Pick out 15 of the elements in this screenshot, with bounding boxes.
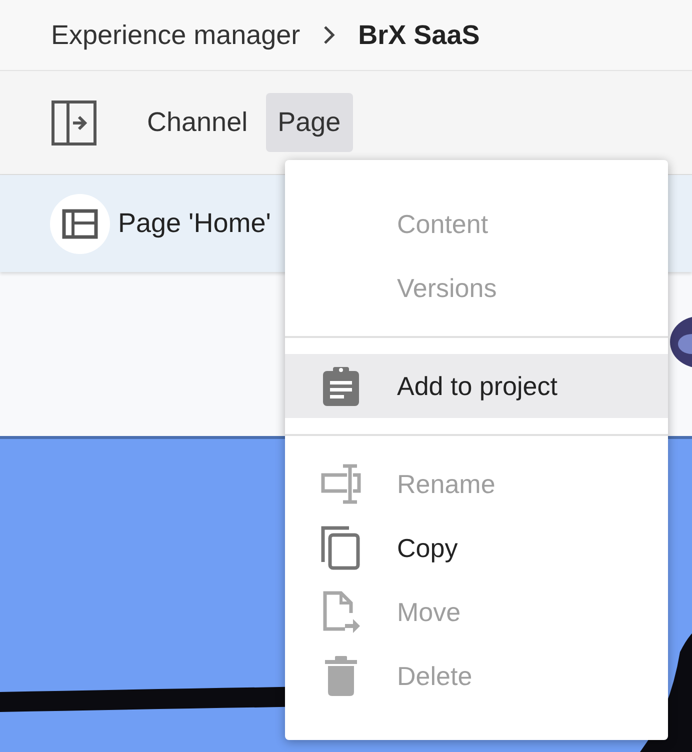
toolbar-tab[interactable]: Channel bbox=[135, 93, 260, 152]
breadcrumb-item[interactable]: Experience manager bbox=[51, 20, 300, 50]
page-title: Page 'Home' bbox=[118, 208, 271, 239]
logo-icon bbox=[670, 316, 692, 368]
breadcrumb-item: BrX SaaS bbox=[358, 20, 480, 50]
menu-item[interactable]: Copy bbox=[285, 516, 668, 580]
menu-item[interactable]: Add to project bbox=[285, 354, 668, 418]
trash-icon bbox=[325, 656, 357, 696]
chevron-icon bbox=[322, 24, 336, 46]
text-cursor-icon bbox=[321, 464, 361, 504]
toolbar-tab[interactable]: Page bbox=[266, 93, 353, 152]
sidebar-toggle-icon[interactable] bbox=[51, 100, 97, 146]
clipboard-icon bbox=[322, 365, 360, 407]
copy-icon bbox=[321, 526, 361, 570]
file-arrow-icon bbox=[321, 591, 361, 633]
